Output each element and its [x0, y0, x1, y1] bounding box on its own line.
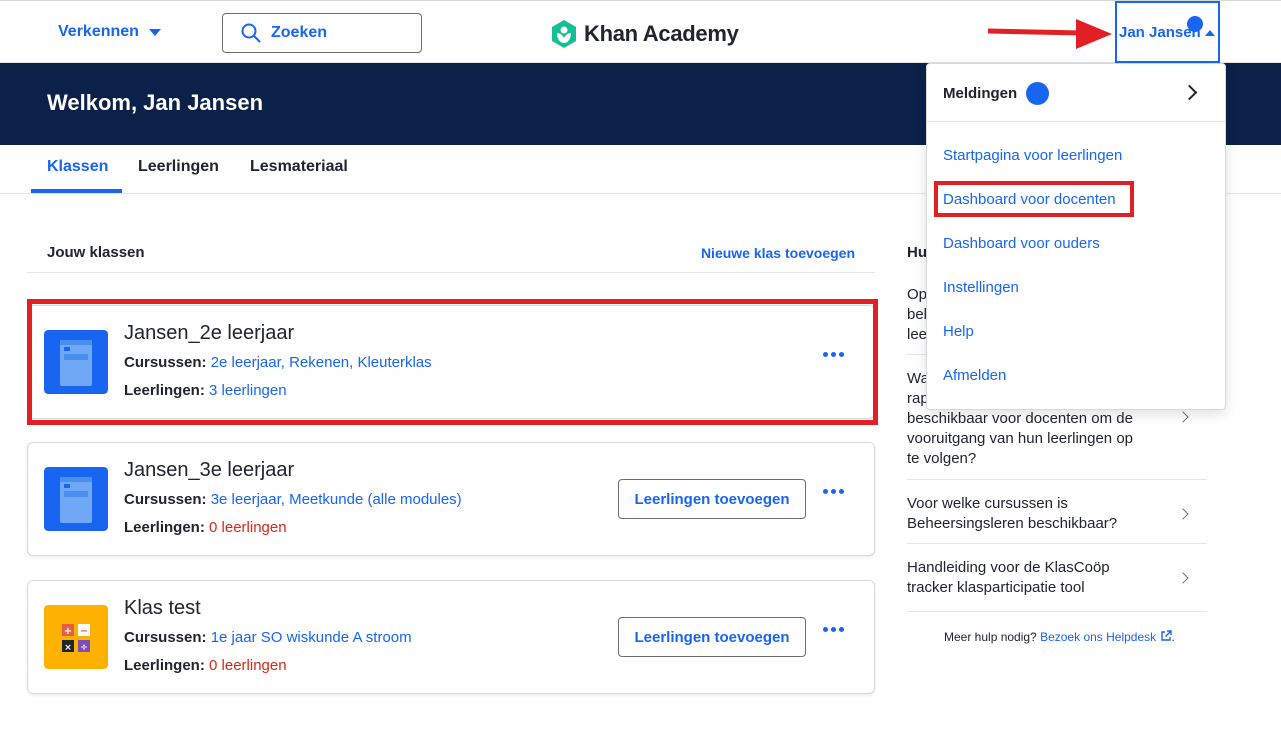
notifications-label: Meldingen — [943, 85, 1018, 102]
add-students-button[interactable]: Leerlingen toevoegen — [618, 479, 806, 519]
class-students: Leerlingen: 0 leerlingen — [124, 657, 287, 674]
menu-item-settings[interactable]: Instellingen — [943, 279, 1019, 296]
students-link[interactable]: 0 leerlingen — [209, 657, 287, 674]
annotation-highlight-box — [27, 299, 878, 425]
user-menu-button[interactable]: Jan Jansen — [1115, 1, 1220, 63]
section-title: Jouw klassen — [47, 244, 145, 261]
menu-item-parent-dashboard[interactable]: Dashboard voor ouders — [943, 235, 1100, 252]
courses-link[interactable]: 1e jaar SO wiskunde A stroom — [211, 629, 412, 646]
notification-dot-icon — [1026, 82, 1049, 105]
notifications-item[interactable]: Meldingen — [927, 64, 1225, 122]
svg-text:÷: ÷ — [80, 643, 88, 653]
external-link-icon[interactable] — [1160, 630, 1172, 642]
explore-menu-button[interactable]: Verkennen — [58, 23, 161, 41]
class-card[interactable]: + − × ÷ Klas test Cursussen: 1e jaar SO … — [27, 580, 875, 694]
tab-leerlingen[interactable]: Leerlingen — [138, 158, 219, 176]
helpdesk-link[interactable]: Bezoek ons Helpdesk — [1040, 630, 1156, 644]
tab-lesmateriaal[interactable]: Lesmateriaal — [250, 158, 348, 176]
more-options-icon[interactable] — [823, 627, 844, 632]
help-article-text: Handleiding voor de KlasCoöp tracker kla… — [907, 559, 1110, 596]
svg-text:−: − — [80, 626, 88, 637]
notification-dot-icon — [1187, 16, 1203, 32]
annotation-arrow — [988, 19, 1112, 49]
annotation-highlight-box — [934, 181, 1134, 217]
user-dropdown-menu: Meldingen Startpagina voor leerlingen Da… — [926, 63, 1226, 410]
menu-item-student-home[interactable]: Startpagina voor leerlingen — [943, 147, 1122, 164]
welcome-title: Welkom, Jan Jansen — [47, 90, 264, 115]
courses-label: Cursussen: — [124, 491, 207, 508]
math-operations-icon: + − × ÷ — [44, 605, 108, 669]
logo-text: Khan Academy — [584, 21, 739, 46]
students-label: Leerlingen: — [124, 657, 205, 674]
search-input[interactable] — [271, 24, 411, 42]
khan-academy-logo-icon — [552, 20, 576, 48]
add-class-link[interactable]: Nieuwe klas toevoegen — [701, 245, 855, 261]
explore-label: Verkennen — [58, 23, 139, 40]
tab-klassen[interactable]: Klassen — [47, 158, 108, 176]
classes-section-header: Jouw klassen Nieuwe klas toevoegen — [27, 232, 875, 273]
chevron-up-icon — [1205, 30, 1215, 36]
chevron-down-icon — [148, 28, 161, 36]
more-options-icon[interactable] — [823, 489, 844, 494]
help-title: Hu — [907, 244, 927, 261]
active-tab-indicator — [31, 189, 122, 193]
help-footer-text: Meer hulp nodig? — [944, 630, 1037, 644]
class-card[interactable]: Jansen_3e leerjaar Cursussen: 3e leerjaa… — [27, 442, 875, 556]
class-name[interactable]: Klas test — [124, 597, 201, 620]
class-students: Leerlingen: 0 leerlingen — [124, 519, 287, 536]
students-label: Leerlingen: — [124, 519, 205, 536]
help-footer: Meer hulp nodig? Bezoek ons Helpdesk . — [944, 630, 1175, 644]
class-name[interactable]: Jansen_3e leerjaar — [124, 459, 294, 482]
students-link[interactable]: 0 leerlingen — [209, 519, 287, 536]
help-article-text: Voor welke cursussen is Beheersingsleren… — [907, 495, 1118, 532]
class-courses: Cursussen: 3e leerjaar, Meetkunde (alle … — [124, 491, 462, 508]
menu-item-help[interactable]: Help — [943, 323, 974, 340]
chevron-right-icon — [1181, 84, 1198, 101]
khan-academy-logo[interactable]: Khan Academy — [550, 19, 739, 49]
svg-text:+: + — [64, 626, 72, 637]
search-box[interactable] — [222, 13, 422, 53]
courses-link[interactable]: 3e leerjaar, Meetkunde (alle modules) — [211, 491, 462, 508]
svg-text:×: × — [64, 643, 72, 653]
courses-label: Cursussen: — [124, 629, 207, 646]
menu-item-logout[interactable]: Afmelden — [943, 367, 1006, 384]
top-navigation-bar: Verkennen Khan Academy Jan Jansen — [0, 0, 1281, 63]
search-icon — [241, 23, 261, 43]
class-courses: Cursussen: 1e jaar SO wiskunde A stroom — [124, 629, 412, 646]
help-article[interactable]: Handleiding voor de KlasCoöp tracker kla… — [907, 558, 1207, 612]
add-students-button[interactable]: Leerlingen toevoegen — [618, 617, 806, 657]
help-article[interactable]: Voor welke cursussen is Beheersingsleren… — [907, 494, 1207, 544]
book-icon — [44, 467, 108, 531]
